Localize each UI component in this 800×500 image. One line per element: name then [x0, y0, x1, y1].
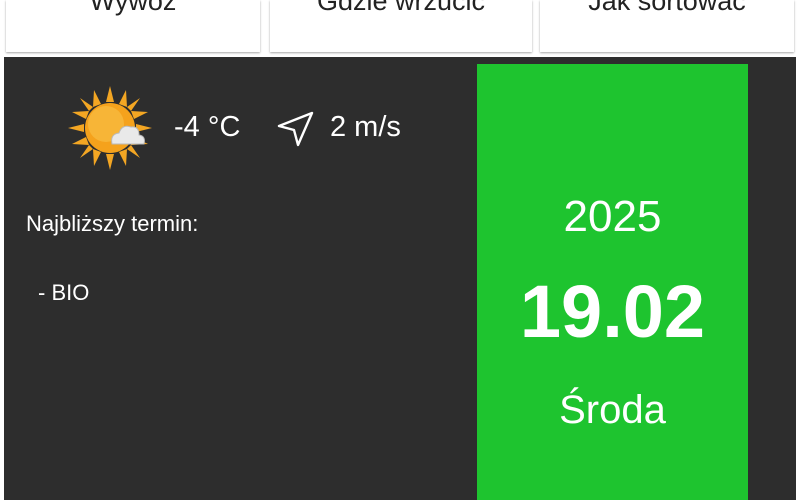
next-pickup-item: - BIO — [38, 280, 90, 305]
tab-where-to-throw[interactable]: Gdzie wrzucić — [270, 0, 532, 52]
temperature: -4 °C — [174, 111, 241, 143]
date-weekday: Środa — [559, 388, 666, 432]
navigation-arrow-icon — [277, 111, 314, 147]
top-tab-bar: Wywóz Gdzie wrzucić Jak sortować — [0, 0, 800, 56]
date-card: 2025 19.02 Środa — [477, 64, 748, 500]
tab-pickup-label: Wywóz — [89, 0, 177, 16]
tab-pickup[interactable]: Wywóz — [6, 0, 260, 52]
next-pickup-label: Najbliższy termin: — [26, 211, 199, 236]
tab-how-to-sort-label: Jak sortować — [588, 0, 746, 16]
tab-where-to-throw-label: Gdzie wrzucić — [316, 0, 486, 16]
date-day-month: 19.02 — [519, 270, 706, 353]
sun-cloud-icon — [68, 86, 152, 170]
tab-how-to-sort[interactable]: Jak sortować — [540, 0, 794, 52]
wind-speed: 2 m/s — [330, 111, 401, 143]
date-year: 2025 — [563, 192, 662, 241]
